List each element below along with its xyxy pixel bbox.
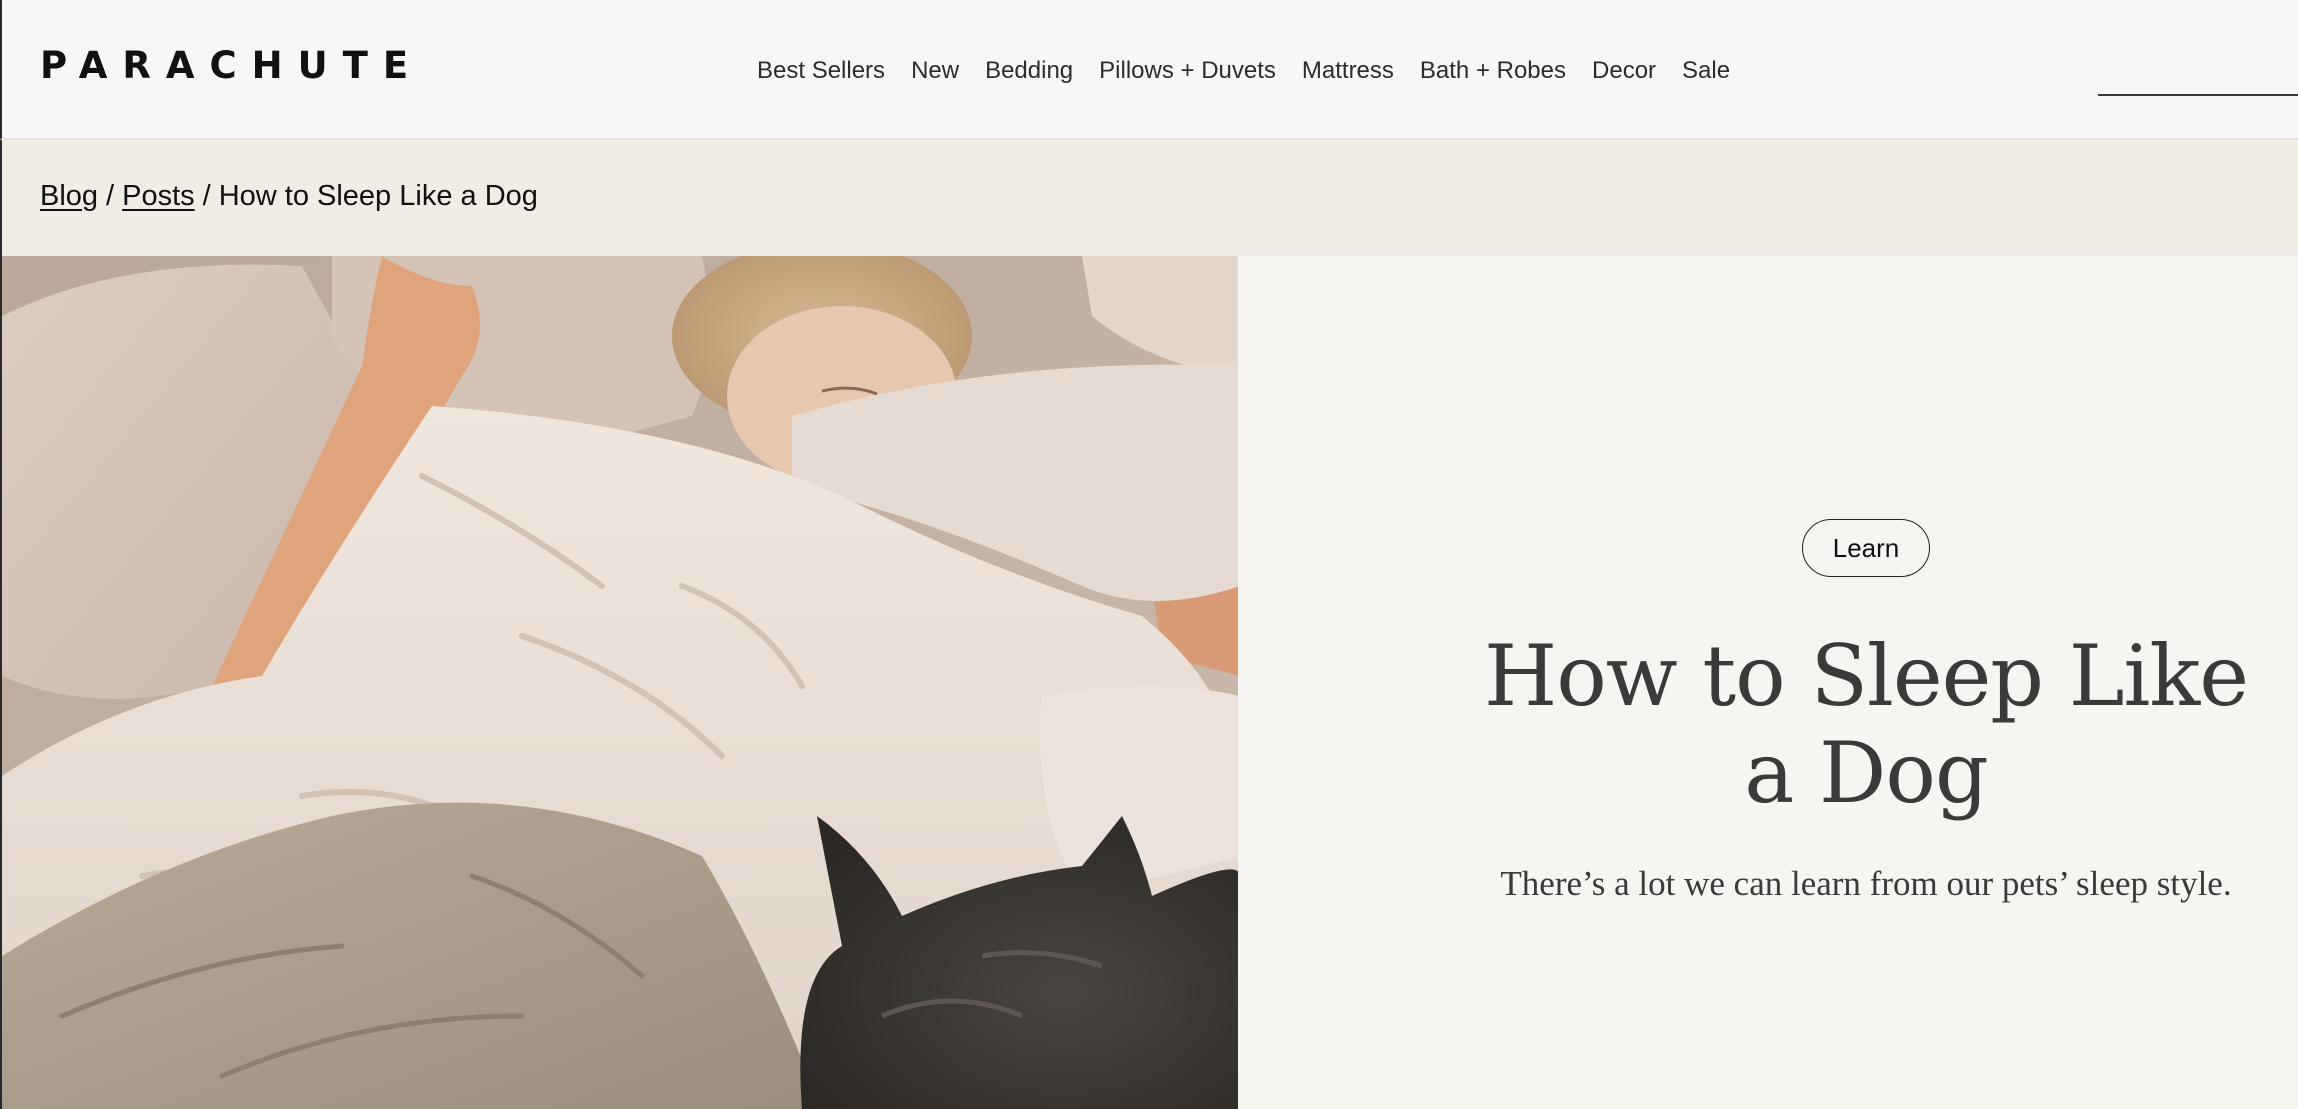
nav-item-decor[interactable]: Decor (1592, 56, 1656, 86)
article-subtitle: There’s a lot we can learn from our pets… (1500, 864, 2232, 903)
hero-photo-illustration (2, 256, 1238, 1109)
nav-item-sale[interactable]: Sale (1682, 56, 1730, 86)
hero-image (0, 256, 1238, 1109)
breadcrumb-separator: / (202, 180, 211, 212)
nav-item-pillows-duvets[interactable]: Pillows + Duvets (1099, 56, 1276, 86)
breadcrumb-link-blog[interactable]: Blog (40, 180, 98, 212)
nav-item-best-sellers[interactable]: Best Sellers (757, 56, 885, 86)
nav-item-bath-robes[interactable]: Bath + Robes (1420, 56, 1566, 86)
nav-item-new[interactable]: New (911, 56, 959, 86)
nav-item-bedding[interactable]: Bedding (985, 56, 1073, 86)
brand-logo[interactable]: PARACHUTE (40, 44, 423, 88)
article-title: How to Sleep Like a Dog (1483, 627, 2249, 822)
breadcrumb-link-posts[interactable]: Posts (122, 180, 195, 212)
search-box (2098, 56, 2298, 96)
breadcrumb-separator: / (106, 180, 115, 212)
nav-item-mattress[interactable]: Mattress (1302, 56, 1394, 86)
article-header-panel: Learn How to Sleep Like a Dog There’s a … (1238, 256, 2298, 1109)
category-tag[interactable]: Learn (1802, 519, 1930, 577)
breadcrumb: Blog / Posts / How to Sleep Like a Dog (40, 180, 538, 213)
search-input[interactable] (2100, 59, 2298, 91)
breadcrumb-current: How to Sleep Like a Dog (218, 180, 538, 212)
breadcrumb-bar: Blog / Posts / How to Sleep Like a Dog (0, 140, 2298, 256)
main-nav: Best Sellers New Bedding Pillows + Duvet… (757, 56, 1730, 86)
site-header: PARACHUTE Best Sellers New Bedding Pillo… (0, 0, 2298, 140)
